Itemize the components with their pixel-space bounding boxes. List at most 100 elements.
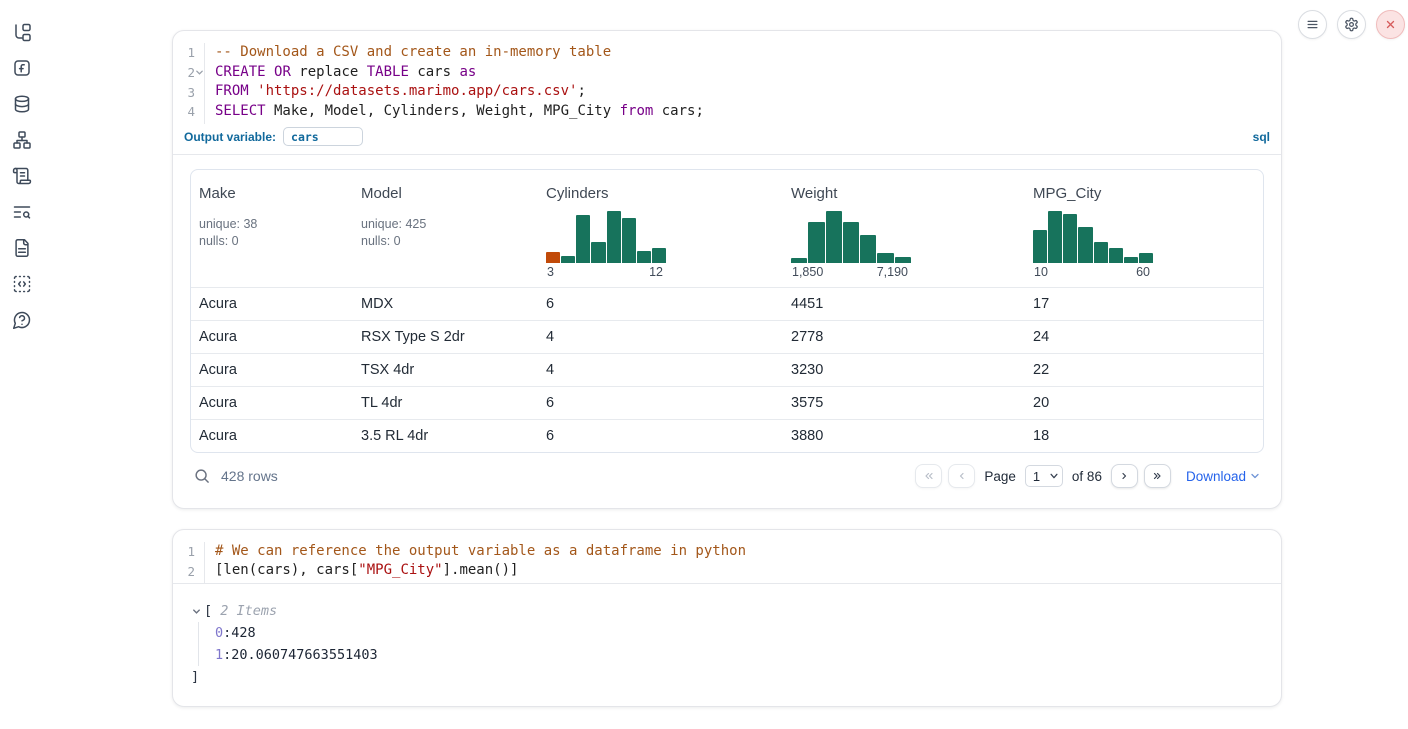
help-icon <box>12 310 32 330</box>
histogram-bar <box>1094 242 1108 262</box>
page-label: Page <box>984 469 1016 484</box>
histogram-max-label: 12 <box>649 265 663 279</box>
sidebar-item-scroll[interactable] <box>12 166 32 186</box>
output-variable-input[interactable] <box>283 127 363 146</box>
table-row[interactable]: AcuraTL 4dr6357520 <box>191 386 1263 419</box>
histogram-min-label: 10 <box>1034 265 1048 279</box>
histogram-bar <box>1033 230 1047 263</box>
download-button[interactable]: Download <box>1186 469 1261 484</box>
row-count: 428 rows <box>221 468 278 484</box>
document-icon <box>12 238 32 258</box>
items-count: 2 Items <box>212 600 277 622</box>
table-row[interactable]: AcuraMDX6445117 <box>191 287 1263 320</box>
table-cell: Acura <box>191 329 353 345</box>
column-name[interactable]: Cylinders <box>546 185 775 202</box>
table-search-button[interactable] <box>193 467 211 485</box>
chevrons-right-icon <box>1151 470 1163 482</box>
download-label: Download <box>1186 469 1246 484</box>
sql-code-line[interactable]: CREATE OR replace TABLE cars as <box>215 63 1281 83</box>
menu-icon <box>1305 17 1320 32</box>
table-cell: 20 <box>1025 395 1263 411</box>
sql-editor[interactable]: 1234-- Download a CSV and create an in-m… <box>173 31 1281 155</box>
chevron-down-icon <box>1249 470 1261 482</box>
python-editor[interactable]: 12 # We can reference the output variable… <box>173 530 1281 584</box>
chevron-right-icon <box>1118 470 1130 482</box>
histogram-min-label: 3 <box>547 265 554 279</box>
collapse-icon[interactable] <box>191 606 202 617</box>
line-number: 2 <box>173 63 204 83</box>
gear-icon <box>1344 17 1359 32</box>
chevron-left-icon <box>956 470 968 482</box>
histogram-bar <box>576 215 590 263</box>
column-name[interactable]: Model <box>361 185 530 202</box>
table-cell: 24 <box>1025 329 1263 345</box>
table-cell: 4 <box>538 329 783 345</box>
first-page-button[interactable] <box>915 464 942 488</box>
line-number: 2 <box>173 561 204 581</box>
sidebar-item-file-tree[interactable] <box>12 22 32 42</box>
settings-button[interactable] <box>1337 10 1366 39</box>
column-name[interactable]: Make <box>199 185 345 202</box>
table-row[interactable]: AcuraRSX Type S 2dr4277824 <box>191 320 1263 353</box>
shutdown-button[interactable] <box>1376 10 1405 39</box>
histogram-bar <box>843 222 859 263</box>
histogram-bar <box>652 248 666 263</box>
table-cell: 3880 <box>783 428 1025 444</box>
table-cell: Acura <box>191 362 353 378</box>
table-cell: 6 <box>538 428 783 444</box>
sql-code-line[interactable]: SELECT Make, Model, Cylinders, Weight, M… <box>215 102 1281 122</box>
column-name[interactable]: MPG_City <box>1033 185 1255 202</box>
sql-code-line[interactable]: -- Download a CSV and create an in-memor… <box>215 43 1281 63</box>
histogram-bar <box>791 258 807 263</box>
line-number: 1 <box>173 542 204 562</box>
sidebar-item-logs-search[interactable] <box>12 202 32 222</box>
sidebar-item-document[interactable] <box>12 238 32 258</box>
table-cell: 4451 <box>783 296 1025 312</box>
sidebar-item-help[interactable] <box>12 310 32 330</box>
topbar <box>1298 10 1405 39</box>
tree-close-line: ] <box>191 666 1263 688</box>
histogram-bar <box>1124 257 1138 263</box>
fold-chevron-icon[interactable] <box>195 68 204 77</box>
previous-page-button[interactable] <box>948 464 975 488</box>
python-code-line[interactable]: # We can reference the output variable a… <box>215 542 1281 562</box>
python-cell-output: [ 2 Items0: 4281: 20.060747663551403] <box>173 584 1281 706</box>
table-row[interactable]: Acura3.5 RL 4dr6388018 <box>191 419 1263 452</box>
sidebar-item-database[interactable] <box>12 94 32 114</box>
notebook-column: 1234-- Download a CSV and create an in-m… <box>172 0 1282 707</box>
line-number: 4 <box>173 102 204 122</box>
table-cell: TL 4dr <box>353 395 538 411</box>
snippets-icon <box>12 274 32 294</box>
table-row[interactable]: AcuraTSX 4dr4323022 <box>191 353 1263 386</box>
table-cell: 4 <box>538 362 783 378</box>
menu-button[interactable] <box>1298 10 1327 39</box>
line-number: 3 <box>173 82 204 102</box>
column-histogram: 1060 <box>1033 211 1153 279</box>
column-name[interactable]: Weight <box>791 185 1017 202</box>
sidebar-item-function[interactable] <box>12 58 32 78</box>
table-cell: MDX <box>353 296 538 312</box>
tree-root-line: [ 2 Items <box>191 600 1263 622</box>
histogram-bar <box>1078 227 1092 263</box>
table-column-header: Cylinders 3 12 <box>538 170 783 287</box>
search-icon <box>193 467 211 485</box>
last-page-button[interactable] <box>1144 464 1171 488</box>
tree-item: 0: 428 <box>215 622 1263 644</box>
table-cell: Acura <box>191 395 353 411</box>
open-bracket: [ <box>204 600 212 622</box>
logs-search-icon <box>12 202 32 222</box>
page-select[interactable]: 1 <box>1025 465 1063 487</box>
histogram-bar <box>561 256 575 263</box>
table-cell: 3575 <box>783 395 1025 411</box>
table-column-header: Weight1,8507,190 <box>783 170 1025 287</box>
sql-code-line[interactable]: FROM 'https://datasets.marimo.app/cars.c… <box>215 82 1281 102</box>
python-code-line[interactable]: [len(cars), cars["MPG_City"].mean()] <box>215 561 1281 581</box>
table-cell: RSX Type S 2dr <box>353 329 538 345</box>
sidebar-item-snippets[interactable] <box>12 274 32 294</box>
sidebar-item-network[interactable] <box>12 130 32 150</box>
page-total-label: of 86 <box>1072 469 1102 484</box>
next-page-button[interactable] <box>1111 464 1138 488</box>
histogram-bar <box>808 222 824 263</box>
histogram-bar <box>546 252 560 263</box>
close-bracket: ] <box>191 666 199 688</box>
